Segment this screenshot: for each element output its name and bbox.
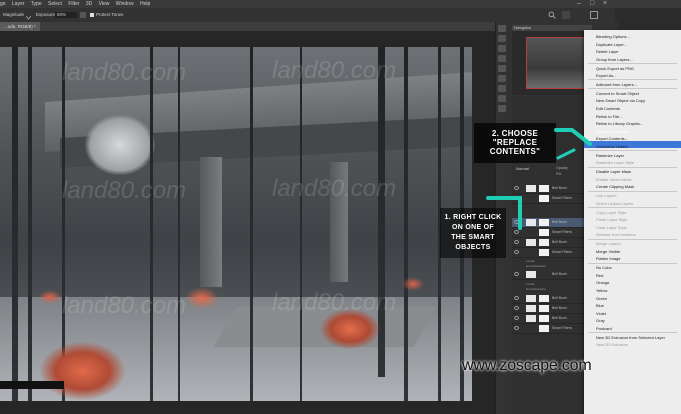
- brand-url: www.zoscape.com: [462, 357, 592, 374]
- arrow-to-replace-contents: [554, 128, 592, 146]
- annotation-arrows: [486, 128, 592, 230]
- arrow-to-smart-object: [486, 196, 522, 230]
- arrow-to-replace-contents-upper: [556, 148, 576, 160]
